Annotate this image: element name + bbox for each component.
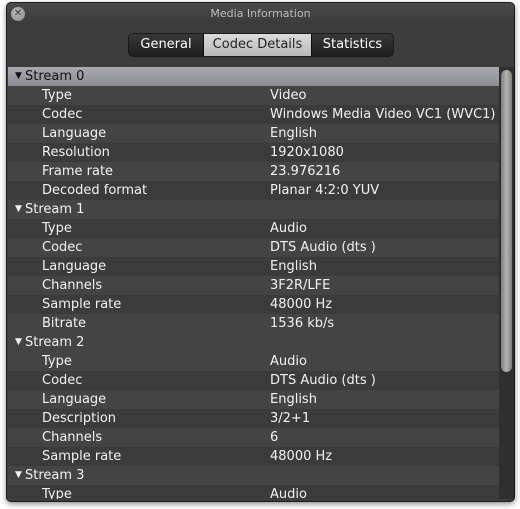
stream-label: Stream 2 [25,335,85,350]
property-key: Decoded format [42,183,148,198]
property-row[interactable]: Channels 6 [8,428,499,447]
property-value: Audio [270,487,307,499]
property-row[interactable]: Sample rate 48000 Hz [8,447,499,466]
stream-header-row[interactable]: ▼ Stream 3 [8,466,499,485]
property-row[interactable]: Description 3/2+1 [8,409,499,428]
window-title: Media Information [210,7,311,20]
property-key: Sample rate [42,449,122,464]
property-value: 1536 kb/s [270,316,335,331]
property-row[interactable]: Language English [8,124,499,143]
property-key: Type [42,487,72,499]
property-key: Type [42,354,72,369]
property-key: Type [42,221,72,236]
property-row[interactable]: Language English [8,257,499,276]
tab-codec-details[interactable]: Codec Details [203,34,311,56]
property-row[interactable]: Bitrate 1536 kb/s [8,314,499,333]
property-value: 3F2R/LFE [270,278,331,293]
stream-label: Stream 0 [25,69,85,84]
title-bar: ✕ Media Information [7,3,514,25]
property-value: Audio [270,354,307,369]
property-key: Language [42,259,107,274]
property-value: 3/2+1 [270,411,311,426]
property-value: English [270,392,317,407]
property-key: Frame rate [42,164,114,179]
property-key: Codec [42,373,83,388]
property-value: 23.976216 [270,164,341,179]
property-value: 48000 Hz [270,297,333,312]
property-row[interactable]: Codec Windows Media Video VC1 (WVC1) [8,105,499,124]
property-row[interactable]: Codec DTS Audio (dts ) [8,238,499,257]
tab-bar: General Codec Details Statistics [128,33,394,57]
media-information-window: ✕ Media Information General Codec Detail… [6,2,515,502]
stream-label: Stream 3 [25,468,85,483]
disclosure-triangle-icon[interactable]: ▼ [15,200,22,219]
property-key: Description [42,411,117,426]
stream-label: Stream 1 [25,202,85,217]
property-key: Channels [42,278,103,293]
disclosure-triangle-icon[interactable]: ▼ [15,466,22,485]
property-value: Audio [270,221,307,236]
property-key: Sample rate [42,297,122,312]
property-value: Video [270,88,307,103]
property-value: English [270,126,317,141]
property-key: Codec [42,240,83,255]
tab-general[interactable]: General [129,34,203,56]
property-row[interactable]: Decoded format Planar 4:2:0 YUV [8,181,499,200]
property-value: DTS Audio (dts ) [270,373,376,388]
property-key: Bitrate [42,316,87,331]
property-row[interactable]: Type Audio [8,352,499,371]
property-row[interactable]: Codec DTS Audio (dts ) [8,371,499,390]
tab-statistics[interactable]: Statistics [311,34,393,56]
property-row[interactable]: Channels 3F2R/LFE [8,276,499,295]
stream-header-row[interactable]: ▼ Stream 0 [8,67,499,86]
stream-header-row[interactable]: ▼ Stream 1 [8,200,499,219]
property-key: Codec [42,107,83,122]
property-row[interactable]: Language English [8,390,499,409]
codec-details-outline: ▼ Stream 0 Type Video Codec Windows Media Vid… [8,67,499,499]
property-key: Channels [42,430,103,445]
property-value: DTS Audio (dts ) [270,240,376,255]
property-row[interactable]: Type Audio [8,219,499,238]
property-value: 48000 Hz [270,449,333,464]
disclosure-triangle-icon[interactable]: ▼ [15,67,22,86]
property-key: Language [42,126,107,141]
property-row[interactable]: Resolution 1920x1080 [8,143,499,162]
property-row[interactable]: Sample rate 48000 Hz [8,295,499,314]
property-value: 6 [270,430,279,445]
property-key: Language [42,392,107,407]
property-value: English [270,259,317,274]
property-row[interactable]: Type Video [8,86,499,105]
vertical-scrollbar[interactable] [499,67,514,499]
property-value: Planar 4:2:0 YUV [270,183,380,198]
property-value: Windows Media Video VC1 (WVC1) [270,107,496,122]
property-row[interactable]: Type Audio [8,485,499,499]
disclosure-triangle-icon[interactable]: ▼ [15,333,22,352]
property-value: 1920x1080 [270,145,344,160]
property-key: Type [42,88,72,103]
stream-header-row[interactable]: ▼ Stream 2 [8,333,499,352]
property-row[interactable]: Frame rate 23.976216 [8,162,499,181]
property-key: Resolution [42,145,110,160]
scrollbar-thumb[interactable] [501,70,512,372]
